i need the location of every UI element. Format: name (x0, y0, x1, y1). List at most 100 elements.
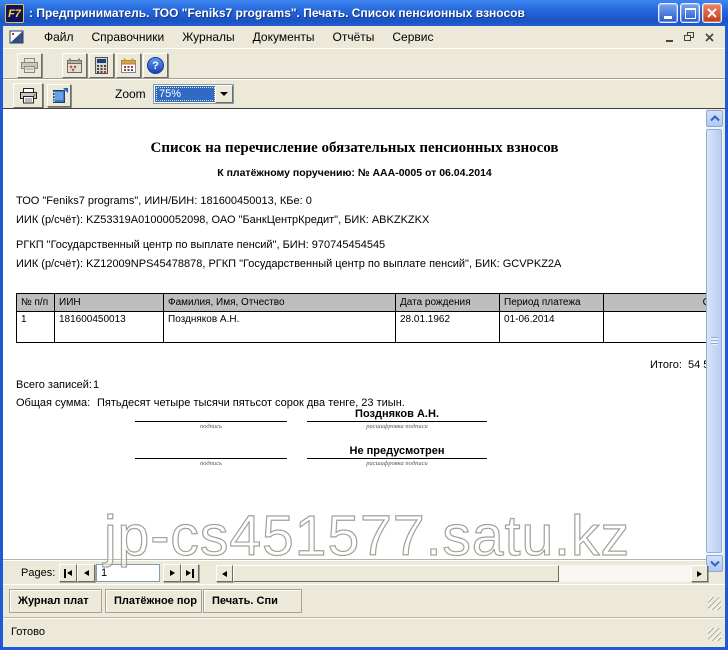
col-iin: ИИН (55, 294, 164, 312)
mdi-close-button[interactable] (702, 31, 717, 44)
table-header-row: № п/п ИИН Фамилия, Имя, Отчество Дата ро… (17, 294, 707, 312)
status-text: Готово (11, 626, 45, 638)
help-icon: ? (147, 57, 164, 74)
calendar-x-icon (66, 58, 83, 74)
calendar-button[interactable] (116, 53, 141, 78)
zoom-dropdown-button[interactable] (215, 85, 233, 103)
previous-page-button[interactable] (77, 564, 95, 582)
chevron-down-icon (710, 560, 720, 567)
calendar-report-button[interactable] (62, 53, 87, 78)
mdi-minimize-button[interactable] (662, 31, 677, 44)
page-number-input[interactable] (96, 564, 160, 582)
document-page: Список на перечисление обязательных пенс… (3, 109, 706, 559)
chevron-up-icon (710, 115, 720, 122)
payer-line-2: ИИК (р/счёт): KZ53319A01000052098, ОАО "… (16, 214, 429, 226)
print-button[interactable] (13, 83, 43, 108)
window-controls (658, 3, 722, 23)
minimize-button[interactable] (658, 3, 678, 23)
resize-grip (708, 628, 721, 641)
decode-caption: расшифровка подписи (307, 460, 487, 467)
zoom-combobox[interactable]: 75% (153, 84, 234, 104)
notebook-icon (51, 88, 68, 104)
scroll-up-button[interactable] (706, 110, 723, 127)
main-toolbar: ? (3, 48, 725, 79)
cell-birthdate: 28.01.1962 (396, 312, 500, 343)
contributions-table: № п/п ИИН Фамилия, Имя, Отчество Дата ро… (16, 293, 706, 343)
help-button[interactable]: ? (143, 53, 168, 78)
calendar-icon (120, 58, 137, 74)
app-icon (9, 30, 25, 45)
next-page-icon (170, 570, 175, 576)
col-sum: Сумма (604, 294, 707, 312)
chevron-down-icon (220, 92, 228, 96)
records-label: Всего записей: (16, 379, 92, 391)
maximize-icon (685, 8, 696, 19)
table-row: 1 181600450013 Поздняков А.Н. 28.01.1962… (17, 312, 707, 343)
last-page-icon (186, 570, 191, 576)
close-button[interactable] (702, 3, 722, 23)
total-value: 54 5 (688, 359, 706, 371)
last-page-icon (192, 569, 194, 578)
vertical-scrollbar[interactable] (706, 110, 723, 572)
cell-period: 01-06.2014 (500, 312, 604, 343)
status-bar: Готово (3, 618, 725, 647)
resize-grip (708, 597, 721, 610)
app-logo-icon: F7 (5, 4, 24, 23)
signature-line (307, 421, 487, 422)
horizontal-scrollbar-thumb[interactable] (233, 565, 559, 582)
titlebar: F7 : Предприниматель. ТОО "Feniks7 progr… (0, 0, 728, 26)
menu-journals[interactable]: Журналы (173, 28, 243, 46)
col-fio: Фамилия, Имя, Отчество (164, 294, 396, 312)
next-page-button[interactable] (163, 564, 181, 582)
scrollbar-thumb[interactable] (706, 129, 722, 553)
menu-documents[interactable]: Документы (244, 28, 324, 46)
calculator-button[interactable] (89, 53, 114, 78)
print-disabled-button[interactable] (17, 53, 42, 78)
first-page-icon (64, 569, 66, 578)
thumb-grip (711, 337, 718, 345)
horizontal-scrollbar[interactable] (233, 565, 691, 582)
first-page-icon (67, 570, 72, 576)
tab-print-list[interactable]: Печать. Спи (203, 589, 302, 613)
mdi-restore-icon (684, 32, 695, 42)
first-page-button[interactable] (59, 564, 77, 582)
maximize-button[interactable] (680, 3, 700, 23)
mdi-restore-button[interactable] (682, 31, 697, 44)
menu-reports[interactable]: Отчёты (324, 28, 384, 46)
tab-journal[interactable]: Журнал плат (9, 589, 102, 613)
scroll-right-button[interactable] (691, 565, 708, 582)
preview-toolbar: Zoom 75% (3, 78, 725, 108)
pages-bar: Pages: (3, 559, 706, 586)
signatory-name: Поздняков А.Н. (307, 408, 487, 420)
mdi-close-icon (705, 33, 714, 42)
chevron-left-icon (222, 571, 227, 577)
chevron-right-icon (697, 571, 702, 577)
scroll-down-button[interactable] (706, 555, 723, 572)
export-button[interactable] (47, 84, 71, 107)
workspace-tabs: Журнал плат Платёжное пор Печать. Спи (3, 584, 725, 619)
records-value: 1 (93, 379, 99, 391)
close-icon (707, 8, 717, 18)
document-title: Список на перечисление обязательных пенс… (3, 140, 706, 157)
col-period: Период платежа (500, 294, 604, 312)
print-preview-pane: Список на перечисление обязательных пенс… (3, 108, 725, 585)
col-number: № п/п (17, 294, 55, 312)
menu-directories[interactable]: Справочники (83, 28, 174, 46)
cell-fio: Поздняков А.Н. (164, 312, 396, 343)
menu-file[interactable]: Файл (35, 28, 83, 46)
menu-service[interactable]: Сервис (383, 28, 442, 46)
zoom-label: Zoom (115, 87, 146, 101)
tab-payment-order[interactable]: Платёжное пор (105, 589, 202, 613)
printer-icon (19, 88, 38, 104)
sum-label: Общая сумма: (16, 397, 90, 409)
previous-page-icon (84, 570, 89, 576)
application-window: F7 : Предприниматель. ТОО "Feniks7 progr… (0, 0, 728, 650)
cell-number: 1 (17, 312, 55, 343)
scroll-left-button[interactable] (216, 565, 233, 582)
calculator-icon (94, 57, 109, 74)
beneficiary-line-2: ИИК (р/счёт): KZ12009NPS45478878, РГКП "… (16, 258, 561, 270)
document-subtitle: К платёжному поручению: № ААА-0005 от 06… (3, 167, 706, 179)
last-page-button[interactable] (181, 564, 199, 582)
total-label: Итого: (650, 359, 682, 371)
menubar: Файл Справочники Журналы Документы Отчёт… (3, 26, 725, 48)
